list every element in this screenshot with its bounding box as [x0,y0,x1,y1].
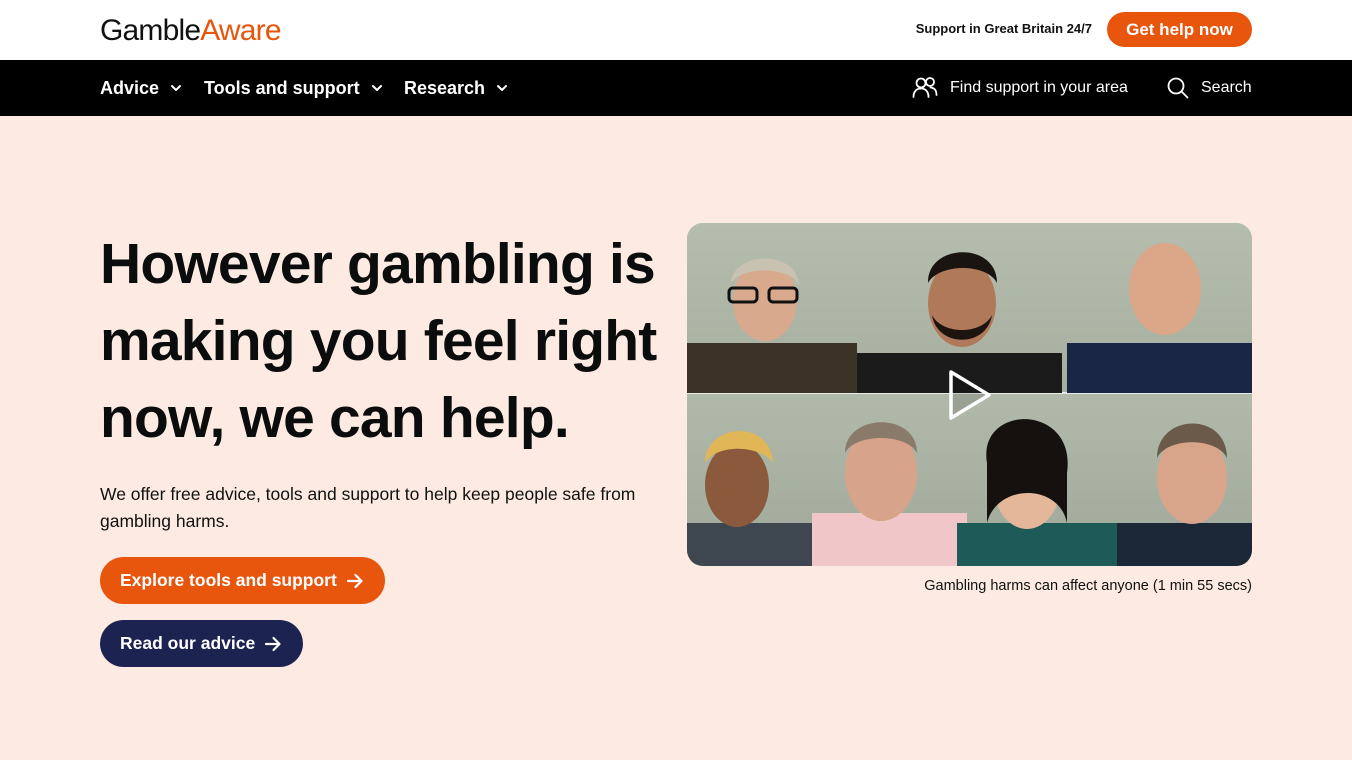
read-advice-label: Read our advice [120,633,256,653]
nav-item-label: Research [404,77,486,98]
hero-section: However gambling is making you feel righ… [0,116,1352,760]
logo-aware: Aware [200,14,281,47]
nav-item-research[interactable]: Research [404,60,509,116]
search-icon [1167,77,1189,99]
get-help-now-button[interactable]: Get help now [1107,12,1252,47]
explore-tools-button[interactable]: Explore tools and support [100,557,385,604]
chevron-down-icon [171,85,182,91]
video-caption: Gambling harms can affect anyone (1 min … [924,578,1252,594]
find-support-link[interactable]: Find support in your area [912,60,1128,116]
top-header: GambleAware Support in Great Britain 24/… [0,0,1352,60]
main-navigation: Advice Tools and support Research Find s… [0,60,1352,116]
chevron-down-icon [497,85,508,91]
nav-item-label: Advice [100,77,160,98]
explore-tools-label: Explore tools and support [120,570,337,590]
gambleaware-logo[interactable]: GambleAware [100,14,282,48]
hero-headline: However gambling is making you feel righ… [100,232,657,450]
support-hours-text: Support in Great Britain 24/7 [915,21,1092,36]
hero-intro-text: We offer free advice, tools and support … [100,484,636,531]
arrow-right-icon [265,636,281,651]
chevron-down-icon [371,85,382,91]
nav-item-tools-and-support[interactable]: Tools and support [204,60,384,116]
people-icon [912,77,938,98]
video-player[interactable] [687,223,1252,566]
logo-gamble: Gamble [100,14,201,47]
search-label: Search [1201,79,1252,96]
nav-item-label: Tools and support [204,77,360,98]
arrow-right-icon [346,573,363,588]
search-link[interactable]: Search [1167,60,1252,116]
play-icon[interactable] [947,369,993,421]
nav-item-advice[interactable]: Advice [100,60,183,116]
read-advice-button[interactable]: Read our advice [100,620,304,667]
find-support-label: Find support in your area [950,79,1128,96]
